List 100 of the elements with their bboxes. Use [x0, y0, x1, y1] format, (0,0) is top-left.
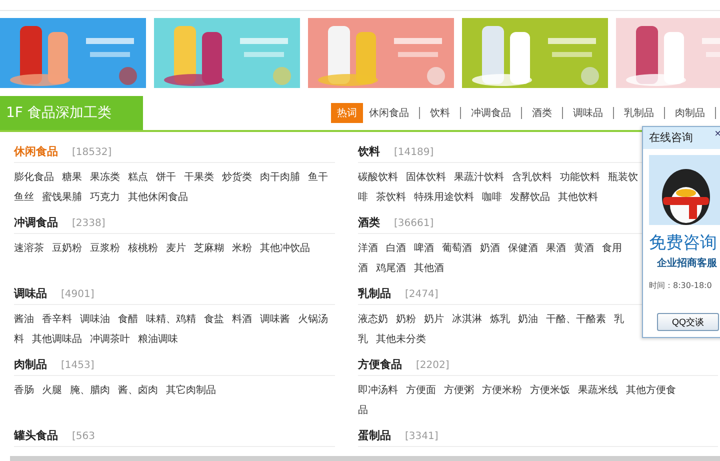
subcategory-link[interactable]: 冰淇淋 — [452, 312, 482, 326]
subcategory-link[interactable]: 方便粥 — [444, 383, 474, 397]
subcategory-link[interactable]: 果酒 — [546, 241, 566, 255]
subcategory-link[interactable]: 葡萄酒 — [442, 241, 472, 255]
subcategory-link[interactable]: 含乳饮料 — [512, 170, 552, 184]
category-heading[interactable]: 调味品 — [14, 286, 47, 301]
subcategory-link[interactable]: 其他方便食 — [626, 383, 676, 397]
subcategory-link[interactable]: 黄酒 — [574, 241, 594, 255]
subcategory-link[interactable]: 食盐 — [204, 312, 224, 326]
subcategory-link[interactable]: 豆浆粉 — [90, 241, 120, 255]
category-tab[interactable]: 乳制品 — [618, 103, 660, 123]
subcategory-link[interactable]: 豆奶粉 — [52, 241, 82, 255]
subcategory-link[interactable]: 茶饮料 — [376, 190, 406, 204]
subcategory-link[interactable]: 其他调味品 — [32, 332, 82, 346]
category-heading[interactable]: 酒类 — [358, 215, 380, 230]
subcategory-link[interactable]: 其他未分类 — [376, 332, 426, 346]
subcategory-link[interactable]: 咖啡 — [482, 190, 502, 204]
subcategory-link[interactable]: 麦片 — [166, 241, 186, 255]
subcategory-link[interactable]: 洋酒 — [358, 241, 378, 255]
subcategory-link[interactable]: 料酒 — [232, 312, 252, 326]
subcategory-link[interactable]: 其他冲饮品 — [260, 241, 310, 255]
subcategory-link[interactable]: 调味油 — [80, 312, 110, 326]
subcategory-link[interactable]: 干酪、干酪素 — [546, 312, 606, 326]
subcategory-link[interactable]: 味精、鸡精 — [146, 312, 196, 326]
subcategory-link[interactable]: 特殊用途饮料 — [414, 190, 474, 204]
chat-button[interactable]: QQ交谈 — [657, 313, 719, 331]
subcategory-link[interactable]: 干果类 — [184, 170, 214, 184]
subcategory-link[interactable]: 奶片 — [424, 312, 444, 326]
category-heading[interactable]: 方便食品 — [358, 357, 402, 372]
subcategory-link[interactable]: 酒 — [358, 261, 368, 275]
subcategory-link[interactable]: 料 — [14, 332, 24, 346]
subcategory-link[interactable]: 瓶装饮 — [608, 170, 638, 184]
subcategory-link[interactable]: 乳 — [358, 332, 368, 346]
subcategory-link[interactable]: 果蔬米线 — [578, 383, 618, 397]
category-tab[interactable]: 饮料 — [424, 103, 456, 123]
subcategory-link[interactable]: 膨化食品 — [14, 170, 54, 184]
subcategory-link[interactable]: 果蔬汁饮料 — [454, 170, 504, 184]
scrollbar[interactable] — [10, 456, 720, 461]
subcategory-link[interactable]: 香辛料 — [42, 312, 72, 326]
subcategory-link[interactable]: 速溶茶 — [14, 241, 44, 255]
category-heading[interactable]: 乳制品 — [358, 286, 391, 301]
subcategory-link[interactable]: 奶油 — [518, 312, 538, 326]
subcategory-link[interactable]: 粮油调味 — [138, 332, 178, 346]
subcategory-link[interactable]: 其他酒 — [414, 261, 444, 275]
subcategory-link[interactable]: 白酒 — [386, 241, 406, 255]
subcategory-link[interactable]: 鱼干 — [308, 170, 328, 184]
subcategory-link[interactable]: 鱼丝 — [14, 190, 34, 204]
subcategory-link[interactable]: 方便米粉 — [482, 383, 522, 397]
subcategory-link[interactable]: 食醋 — [118, 312, 138, 326]
subcategory-link[interactable]: 酱油 — [14, 312, 34, 326]
close-button[interactable]: × — [714, 128, 720, 140]
subcategory-link[interactable]: 功能饮料 — [560, 170, 600, 184]
subcategory-link[interactable]: 巧克力 — [90, 190, 120, 204]
subcategory-link[interactable]: 炼乳 — [490, 312, 510, 326]
subcategory-link[interactable]: 香肠 — [14, 383, 34, 397]
subcategory-link[interactable]: 糕点 — [128, 170, 148, 184]
subcategory-link[interactable]: 碳酸饮料 — [358, 170, 398, 184]
subcategory-link[interactable]: 方便米饭 — [530, 383, 570, 397]
subcategory-link[interactable]: 其他休闲食品 — [128, 190, 188, 204]
category-heading[interactable]: 肉制品 — [14, 357, 47, 372]
subcategory-link[interactable]: 果冻类 — [90, 170, 120, 184]
category-heading[interactable]: 饮料 — [358, 144, 380, 159]
subcategory-link[interactable]: 炒货类 — [222, 170, 252, 184]
subcategory-link[interactable]: 糖果 — [62, 170, 82, 184]
subcategory-link[interactable]: 芝麻糊 — [194, 241, 224, 255]
subcategory-link[interactable]: 火腿 — [42, 383, 62, 397]
subcategory-link[interactable]: 啤酒 — [414, 241, 434, 255]
subcategory-link[interactable]: 即冲汤料 — [358, 383, 398, 397]
subcategory-link[interactable]: 食用 — [602, 241, 622, 255]
subcategory-link[interactable]: 鸡尾酒 — [376, 261, 406, 275]
subcategory-link[interactable]: 啡 — [358, 190, 368, 204]
subcategory-link[interactable]: 其他饮料 — [558, 190, 598, 204]
subcategory-link[interactable]: 品 — [358, 403, 368, 417]
subcategory-link[interactable]: 火锅汤 — [298, 312, 328, 326]
subcategory-link[interactable]: 液态奶 — [358, 312, 388, 326]
subcategory-link[interactable]: 保健酒 — [508, 241, 538, 255]
subcategory-link[interactable]: 调味酱 — [260, 312, 290, 326]
category-tab[interactable]: 休闲食品 — [363, 103, 415, 123]
category-tab[interactable]: 冲调食品 — [465, 103, 517, 123]
category-heading[interactable]: 蛋制品 — [358, 428, 391, 443]
subcategory-link[interactable]: 奶粉 — [396, 312, 416, 326]
subcategory-link[interactable]: 饼干 — [156, 170, 176, 184]
subcategory-link[interactable]: 其它肉制品 — [166, 383, 216, 397]
subcategory-link[interactable]: 米粉 — [232, 241, 252, 255]
subcategory-link[interactable]: 酱、卤肉 — [118, 383, 158, 397]
category-heading[interactable]: 罐头食品 — [14, 428, 58, 443]
category-tab[interactable]: 调味品 — [567, 103, 609, 123]
category-heading[interactable]: 冲调食品 — [14, 215, 58, 230]
subcategory-link[interactable]: 奶酒 — [480, 241, 500, 255]
category-tab[interactable]: 肉制品 — [669, 103, 711, 123]
subcategory-link[interactable]: 发酵饮品 — [510, 190, 550, 204]
subcategory-link[interactable]: 核桃粉 — [128, 241, 158, 255]
subcategory-link[interactable]: 腌、腊肉 — [70, 383, 110, 397]
subcategory-link[interactable]: 冲调茶叶 — [90, 332, 130, 346]
subcategory-link[interactable]: 肉干肉脯 — [260, 170, 300, 184]
subcategory-link[interactable]: 方便面 — [406, 383, 436, 397]
subcategory-link[interactable]: 固体饮料 — [406, 170, 446, 184]
subcategory-link[interactable]: 乳 — [614, 312, 624, 326]
subcategory-link[interactable]: 蜜饯果脯 — [42, 190, 82, 204]
category-tab[interactable]: 酒类 — [526, 103, 558, 123]
